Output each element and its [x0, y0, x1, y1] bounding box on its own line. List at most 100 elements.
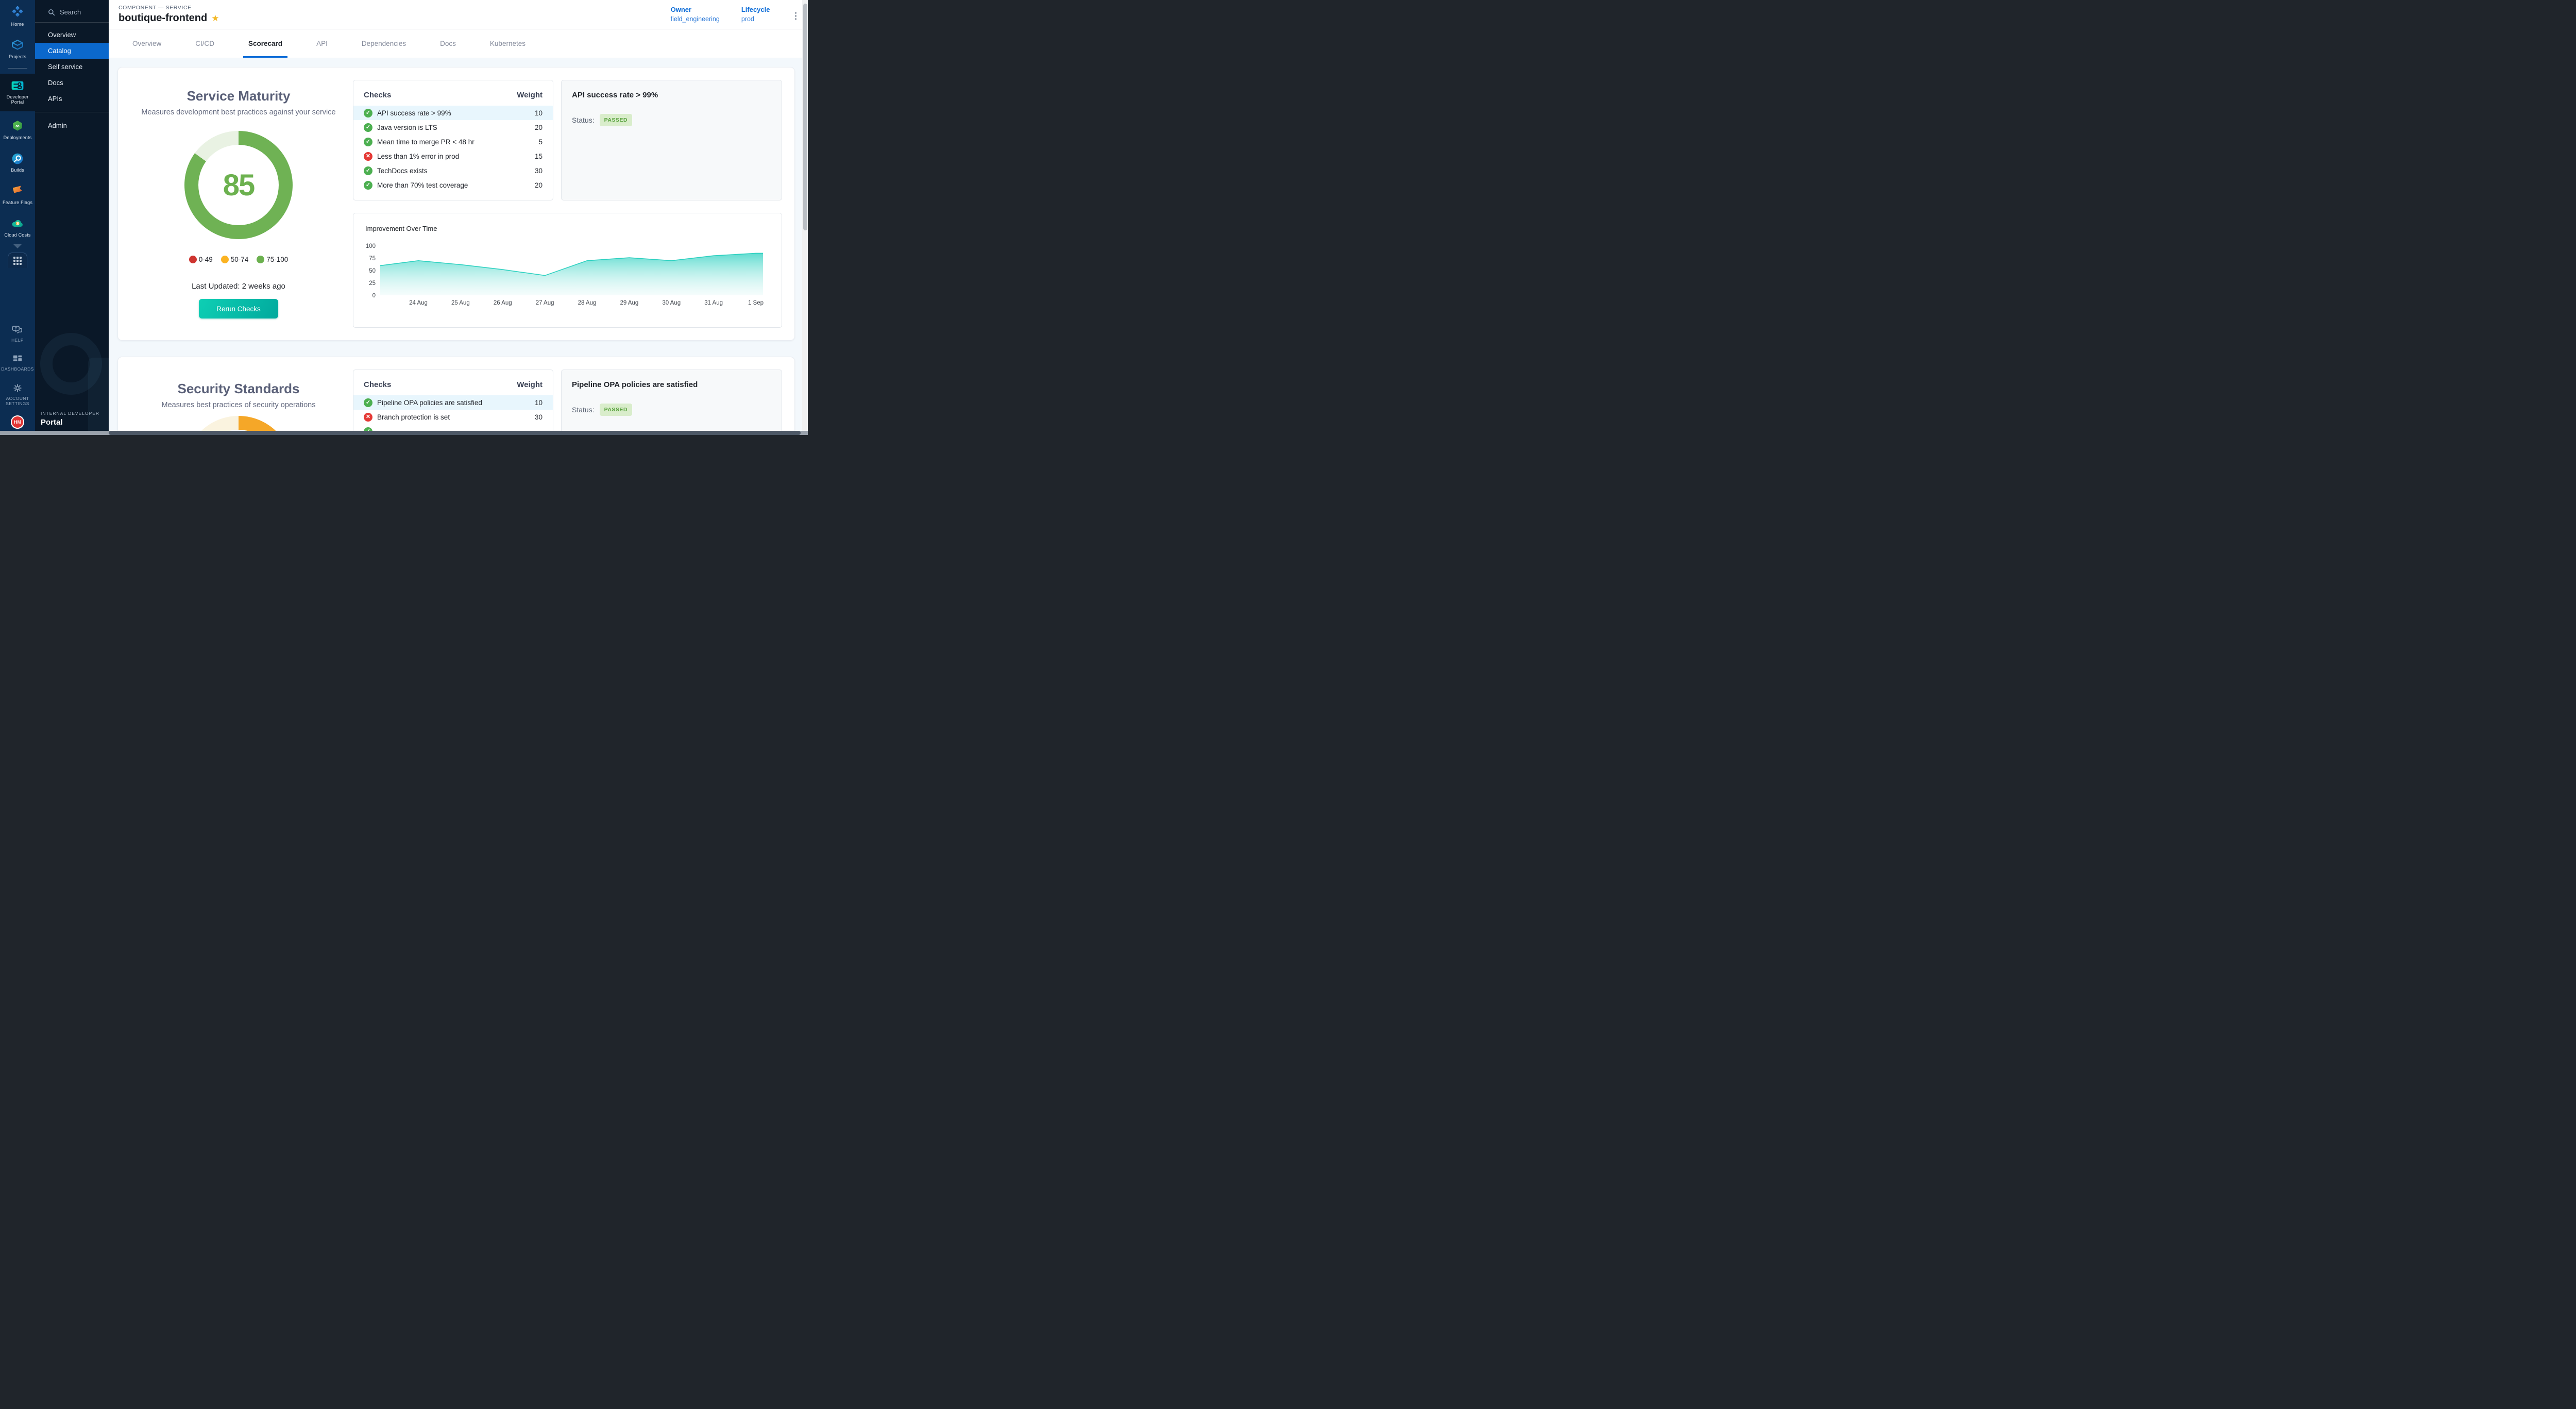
svg-text:?: ?	[15, 327, 17, 331]
user-avatar[interactable]: HM	[11, 415, 24, 429]
svg-text:50: 50	[369, 268, 376, 274]
check-label: Less than 1% error in prod	[377, 153, 459, 160]
builds-icon	[11, 152, 24, 165]
module-nav-item-label: Overview	[48, 31, 76, 39]
check-row[interactable]: ✓ Java version is LTS 20	[353, 120, 553, 135]
owner-label: Owner	[671, 6, 720, 13]
page-title: boutique-frontend	[118, 12, 207, 24]
all-modules-button[interactable]	[8, 253, 27, 268]
tab[interactable]: Scorecard	[243, 29, 287, 58]
cloud-costs-icon: $	[11, 217, 24, 230]
check-row[interactable]: ✕ Branch protection is set 30	[353, 410, 553, 424]
check-weight: 10	[535, 399, 543, 407]
check-failed-icon: ✕	[364, 413, 372, 422]
check-row[interactable]: ✓ API success rate > 99% 10	[353, 106, 553, 120]
improvement-chart-panel: Improvement Over Time 025507510024 Aug25…	[353, 213, 782, 328]
sidebar-item-feature-flags[interactable]: Feature Flags	[0, 182, 35, 208]
tab[interactable]: Overview	[127, 29, 166, 58]
sidebar-item-dashboards[interactable]: DASHBOARDS	[0, 351, 35, 374]
tab[interactable]: Kubernetes	[485, 29, 531, 58]
svg-text:30 Aug: 30 Aug	[662, 300, 681, 306]
gear-icon	[12, 382, 23, 394]
check-label: Pipeline OPA policies are satisfied	[377, 399, 482, 407]
tab[interactable]: API	[311, 29, 333, 58]
search-input[interactable]: Search	[35, 0, 109, 22]
sidebar-item-home[interactable]: Home	[0, 4, 35, 29]
tab-bar: Overview CI/CD Scorecard API Dependencie…	[109, 29, 808, 58]
check-row[interactable]: ✓ More than 70% test coverage 20	[353, 178, 553, 192]
check-row[interactable]: ✕ Less than 1% error in prod 15	[353, 149, 553, 163]
checks-panel: Checks Weight ✓ Pipeline OPA policies ar…	[353, 370, 553, 435]
module-nav-item[interactable]: APIs	[35, 91, 109, 107]
svg-text:1 Sep: 1 Sep	[748, 300, 764, 306]
breadcrumb: COMPONENT — SERVICE	[118, 5, 219, 11]
sidebar-item-help[interactable]: ? HELP	[0, 322, 35, 345]
svg-text:75: 75	[369, 256, 376, 262]
sidebar-item-label: Builds	[11, 167, 24, 173]
search-icon	[48, 9, 55, 16]
check-passed-icon: ✓	[364, 181, 372, 190]
sidebar-item-deployments[interactable]: ∞ Deployments	[0, 118, 35, 143]
primary-sidebar: Home Projects Developer Portal	[0, 0, 35, 435]
gauge-score: 85	[184, 131, 293, 239]
svg-text:26 Aug: 26 Aug	[494, 300, 512, 306]
tab-label: CI/CD	[195, 40, 214, 47]
sidebar-item-label: Deployments	[4, 135, 32, 141]
module-nav-item[interactable]: Catalog	[35, 43, 109, 59]
chevron-down-icon[interactable]	[13, 244, 22, 248]
checks-list: ✓ Pipeline OPA policies are satisfied 10…	[353, 395, 553, 435]
footer-title: Portal	[41, 418, 99, 427]
owner-block: Owner field_engineering	[671, 6, 720, 23]
legend-item: 50-74	[221, 256, 249, 263]
module-nav-item[interactable]: Overview	[35, 27, 109, 43]
tab-label: Docs	[440, 40, 456, 47]
favorite-star-icon[interactable]: ★	[211, 14, 219, 23]
check-passed-icon: ✓	[364, 109, 372, 118]
sidebar-item-label: Cloud Costs	[4, 232, 30, 238]
sidebar-item-label: Feature Flags	[3, 200, 32, 206]
legend-dot	[257, 256, 264, 263]
rerun-checks-button[interactable]: Rerun Checks	[199, 299, 278, 318]
tab[interactable]: Dependencies	[357, 29, 411, 58]
last-updated-text: Last Updated: 2 weeks ago	[192, 282, 285, 291]
owner-value[interactable]: field_engineering	[671, 15, 720, 23]
tab[interactable]: Docs	[435, 29, 461, 58]
sidebar-item-cloud-costs[interactable]: $ Cloud Costs	[0, 215, 35, 240]
sidebar-item-developer-portal[interactable]: Developer Portal	[0, 79, 35, 106]
checks-list: ✓ API success rate > 99% 10 ✓	[353, 106, 553, 192]
check-row[interactable]: ✓ TechDocs exists 30	[353, 163, 553, 178]
legend-item: 0-49	[189, 256, 213, 263]
projects-icon	[11, 39, 24, 52]
status-label: Status:	[572, 116, 595, 124]
check-label: API success rate > 99%	[377, 109, 451, 117]
check-label: More than 70% test coverage	[377, 181, 468, 189]
check-label: Java version is LTS	[377, 124, 437, 131]
svg-text:0: 0	[372, 293, 376, 299]
sidebar-item-projects[interactable]: Projects	[0, 37, 35, 62]
check-row[interactable]: ✓ Pipeline OPA policies are satisfied 10	[353, 395, 553, 410]
check-weight: 30	[535, 413, 543, 421]
module-nav-item-admin[interactable]: Admin	[35, 118, 109, 133]
tab[interactable]: CI/CD	[190, 29, 219, 58]
lifecycle-block: Lifecycle prod	[741, 6, 770, 23]
vertical-scrollbar-thumb[interactable]	[803, 4, 807, 230]
horizontal-scrollbar-thumb[interactable]	[109, 431, 801, 435]
help-icon: ?	[12, 324, 23, 336]
svg-text:29 Aug: 29 Aug	[620, 300, 638, 306]
scorecard-title: Service Maturity	[187, 88, 291, 104]
check-weight: 20	[535, 181, 543, 189]
checks-column-header: Checks	[364, 91, 391, 99]
module-nav-item[interactable]: Self service	[35, 59, 109, 75]
sidebar-item-builds[interactable]: Builds	[0, 150, 35, 175]
check-failed-icon: ✕	[364, 152, 372, 161]
module-nav-item[interactable]: Docs	[35, 75, 109, 91]
kebab-menu-icon[interactable]	[792, 9, 800, 23]
check-row[interactable]: ✓ Mean time to merge PR < 48 hr 5	[353, 135, 553, 149]
vertical-scrollbar[interactable]	[802, 0, 808, 431]
svg-text:100: 100	[366, 243, 376, 249]
svg-text:$: $	[16, 221, 19, 226]
sidebar-item-account-settings[interactable]: ACCOUNT SETTINGS	[0, 380, 35, 408]
horizontal-scrollbar[interactable]	[0, 431, 808, 435]
scorecard-title: Security Standards	[178, 381, 300, 397]
svg-text:∞: ∞	[15, 123, 20, 129]
